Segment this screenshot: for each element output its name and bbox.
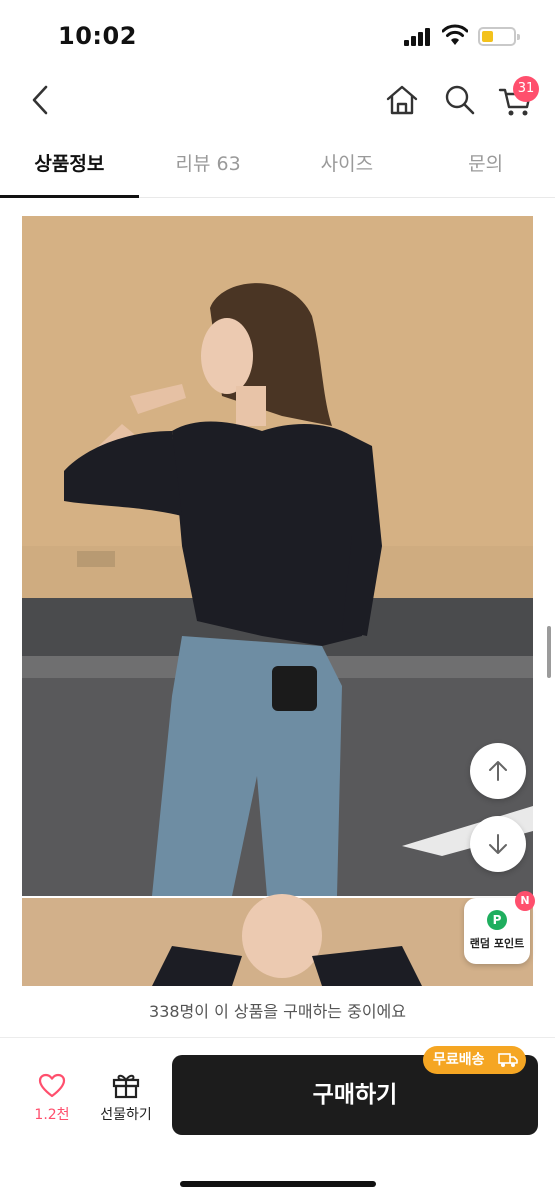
truck-icon <box>498 1053 518 1067</box>
arrow-down-icon <box>489 834 507 854</box>
tab-product-info[interactable]: 상품정보 <box>0 138 139 198</box>
status-time: 10:02 <box>58 22 137 50</box>
arrow-up-icon <box>489 761 507 781</box>
tab-inquiry[interactable]: 문의 <box>416 138 555 197</box>
scroll-indicator[interactable] <box>547 626 551 678</box>
home-button[interactable] <box>382 80 422 120</box>
gift-label: 선물하기 <box>100 1107 152 1123</box>
heart-icon <box>38 1073 66 1098</box>
buyer-count-notice: 338명이 이 상품을 구매하는 중이에요 <box>0 986 555 1038</box>
tab-size[interactable]: 사이즈 <box>278 138 417 197</box>
tab-reviews[interactable]: 리뷰 63 <box>139 138 278 197</box>
cellular-signal-icon <box>404 28 434 46</box>
chevron-left-icon <box>32 85 48 115</box>
back-button[interactable] <box>22 80 62 120</box>
product-tabs: 상품정보 리뷰 63 사이즈 문의 <box>0 138 555 198</box>
wifi-icon <box>441 24 469 46</box>
home-indicator <box>180 1181 376 1187</box>
scroll-down-button[interactable] <box>470 816 526 872</box>
new-badge: N <box>515 891 535 911</box>
point-icon: P <box>487 910 507 930</box>
product-photo <box>22 216 533 986</box>
search-icon <box>445 85 475 115</box>
cart-count-badge: 31 <box>513 76 539 102</box>
battery-icon <box>478 27 520 46</box>
status-bar: 10:02 <box>0 0 555 70</box>
app-header <box>0 70 555 132</box>
scroll-up-button[interactable] <box>470 743 526 799</box>
like-count: 1.2천 <box>34 1107 70 1123</box>
gift-icon <box>112 1074 140 1099</box>
like-button[interactable]: 1.2천 <box>24 1068 80 1128</box>
home-icon <box>386 85 418 115</box>
free-shipping-label: 무료배송 <box>433 1052 485 1068</box>
gift-button[interactable]: 선물하기 <box>92 1068 160 1128</box>
free-shipping-badge: 무료배송 <box>423 1046 526 1074</box>
random-point-label: 랜덤 포인트 <box>469 937 525 950</box>
search-button[interactable] <box>440 80 480 120</box>
